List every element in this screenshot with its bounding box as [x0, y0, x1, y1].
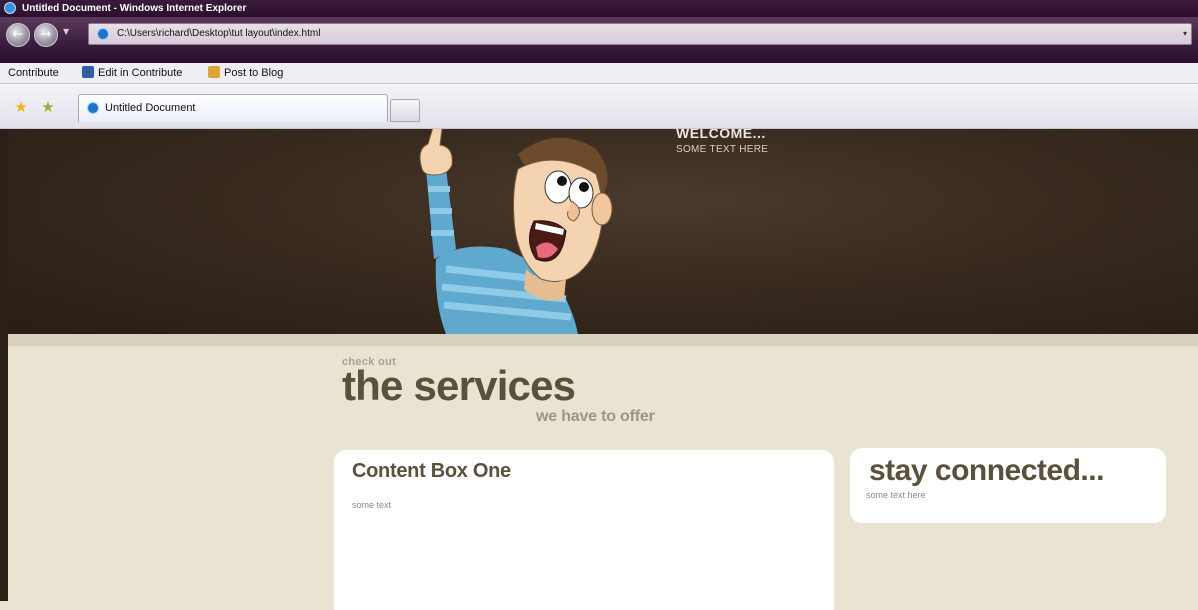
page-content: check out the services we have to offer … — [8, 346, 1198, 610]
address-dropdown-icon[interactable]: ▾ — [1183, 24, 1187, 44]
services-title: the services — [342, 362, 576, 409]
stay-connected-text: some text here — [866, 490, 926, 500]
banner-divider — [8, 334, 1198, 346]
recent-pages-dropdown-icon[interactable]: ▼ — [63, 27, 69, 36]
stay-connected-box: stay connected... some text here — [850, 448, 1166, 523]
blog-icon — [208, 66, 220, 78]
window-title-bar: Untitled Document - Windows Internet Exp… — [0, 0, 1198, 17]
post-to-blog-label: Post to Blog — [224, 67, 284, 79]
cartoon-character-illustration — [419, 129, 613, 334]
address-url[interactable]: C:\Users\richard\Desktop\tut layout\inde… — [117, 24, 320, 44]
favorites-star-icon[interactable]: ★ — [13, 99, 29, 115]
content-box-one: Content Box One some text — [334, 450, 834, 610]
add-favorites-icon[interactable]: ★ — [40, 99, 56, 115]
navigation-bar: ← → ▼ C:\Users\richard\Desktop\tut layou… — [0, 17, 1198, 63]
banner-welcome-heading: WELCOME... — [676, 129, 766, 141]
content-box-one-title: Content Box One — [352, 460, 511, 482]
page-icon — [97, 28, 109, 40]
forward-button[interactable]: → — [34, 23, 58, 47]
stay-connected-title: stay connected... — [869, 454, 1104, 487]
window-title: Untitled Document - Windows Internet Exp… — [22, 3, 247, 14]
forward-arrow-icon: → — [40, 27, 52, 42]
edit-contribute-icon — [82, 66, 94, 78]
tab-label: Untitled Document — [105, 102, 196, 114]
edit-in-contribute-button[interactable]: Edit in Contribute — [82, 63, 182, 83]
tab-bar: ★ ★ Untitled Document — [0, 84, 1198, 129]
post-to-blog-button[interactable]: Post to Blog — [208, 63, 283, 83]
address-bar[interactable]: C:\Users\richard\Desktop\tut layout\inde… — [88, 23, 1192, 45]
services-tagline: we have to offer — [536, 408, 655, 425]
page-left-edge — [0, 129, 8, 601]
back-button[interactable]: ← — [6, 23, 30, 47]
command-bar: Contribute Edit in Contribute Post to Bl… — [0, 63, 1198, 84]
tab-untitled-document[interactable]: Untitled Document — [78, 94, 388, 122]
ie-logo-icon — [4, 2, 16, 14]
content-box-one-text: some text — [352, 500, 392, 510]
hero-banner: WELCOME... SOME TEXT HERE — [8, 129, 1198, 334]
contribute-menu[interactable]: Contribute — [8, 63, 59, 83]
new-tab-button[interactable] — [390, 99, 420, 122]
edit-in-contribute-label: Edit in Contribute — [98, 67, 183, 79]
back-arrow-icon: ← — [12, 27, 24, 42]
tab-page-icon — [87, 102, 99, 114]
banner-subtext: SOME TEXT HERE — [676, 144, 769, 155]
